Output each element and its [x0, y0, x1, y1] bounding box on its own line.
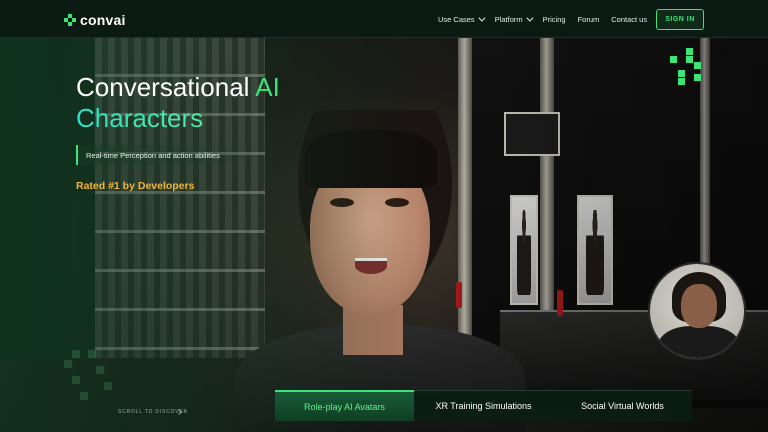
hero-title: Conversational AI Characters — [76, 72, 280, 134]
hero-title-line2: Characters — [76, 103, 280, 134]
nav-item-label: Platform — [494, 14, 523, 24]
hero-title-part1: Conversational — [76, 72, 256, 102]
logo-text: convai — [80, 12, 126, 28]
nav-item-label: Pricing — [542, 14, 566, 24]
webcam-person-face — [681, 284, 717, 328]
hero-subtitle-text: Real-time Perception and action abilitie… — [86, 150, 220, 160]
chevron-down-icon — [478, 14, 486, 22]
nav-item-pricing[interactable]: Pricing — [543, 15, 566, 24]
nav-item-label: Contact us — [611, 14, 648, 24]
user-webcam-avatar — [648, 262, 746, 360]
hero-background-scene — [0, 0, 768, 432]
tab-social-virtual-worlds[interactable]: Social Virtual Worlds — [553, 390, 692, 421]
nav-menu: Use Cases Platform Pricing Forum Contact… — [438, 0, 647, 38]
nav-item-label: Use Cases — [438, 14, 475, 24]
nav-item-contact[interactable]: Contact us — [611, 15, 647, 24]
hero-subtitle: Real-time Perception and action abilitie… — [76, 145, 266, 165]
hero-title-part2: AI — [255, 72, 280, 102]
tab-xr-training-simulations[interactable]: XR Training Simulations — [414, 390, 553, 421]
nav-item-label: Forum — [577, 14, 600, 24]
sign-in-button[interactable]: SIGN IN — [656, 9, 704, 30]
chevron-down-icon — [526, 14, 534, 22]
nav-item-use-cases[interactable]: Use Cases — [438, 14, 486, 24]
rated-badge: Rated #1 by Developers — [76, 180, 195, 192]
webcam-person-body — [658, 326, 740, 358]
tab-role-play-ai-avatars[interactable]: Role-play AI Avatars — [275, 390, 414, 421]
convai-logo-icon — [64, 14, 76, 26]
top-navigation: convai Use Cases Platform Pricing Forum … — [0, 0, 768, 38]
logo[interactable]: convai — [64, 12, 126, 28]
green-overlay — [0, 0, 768, 432]
nav-item-platform[interactable]: Platform — [494, 14, 534, 24]
nav-item-forum[interactable]: Forum — [578, 15, 600, 24]
use-case-tabs: Role-play AI Avatars XR Training Simulat… — [275, 390, 692, 421]
